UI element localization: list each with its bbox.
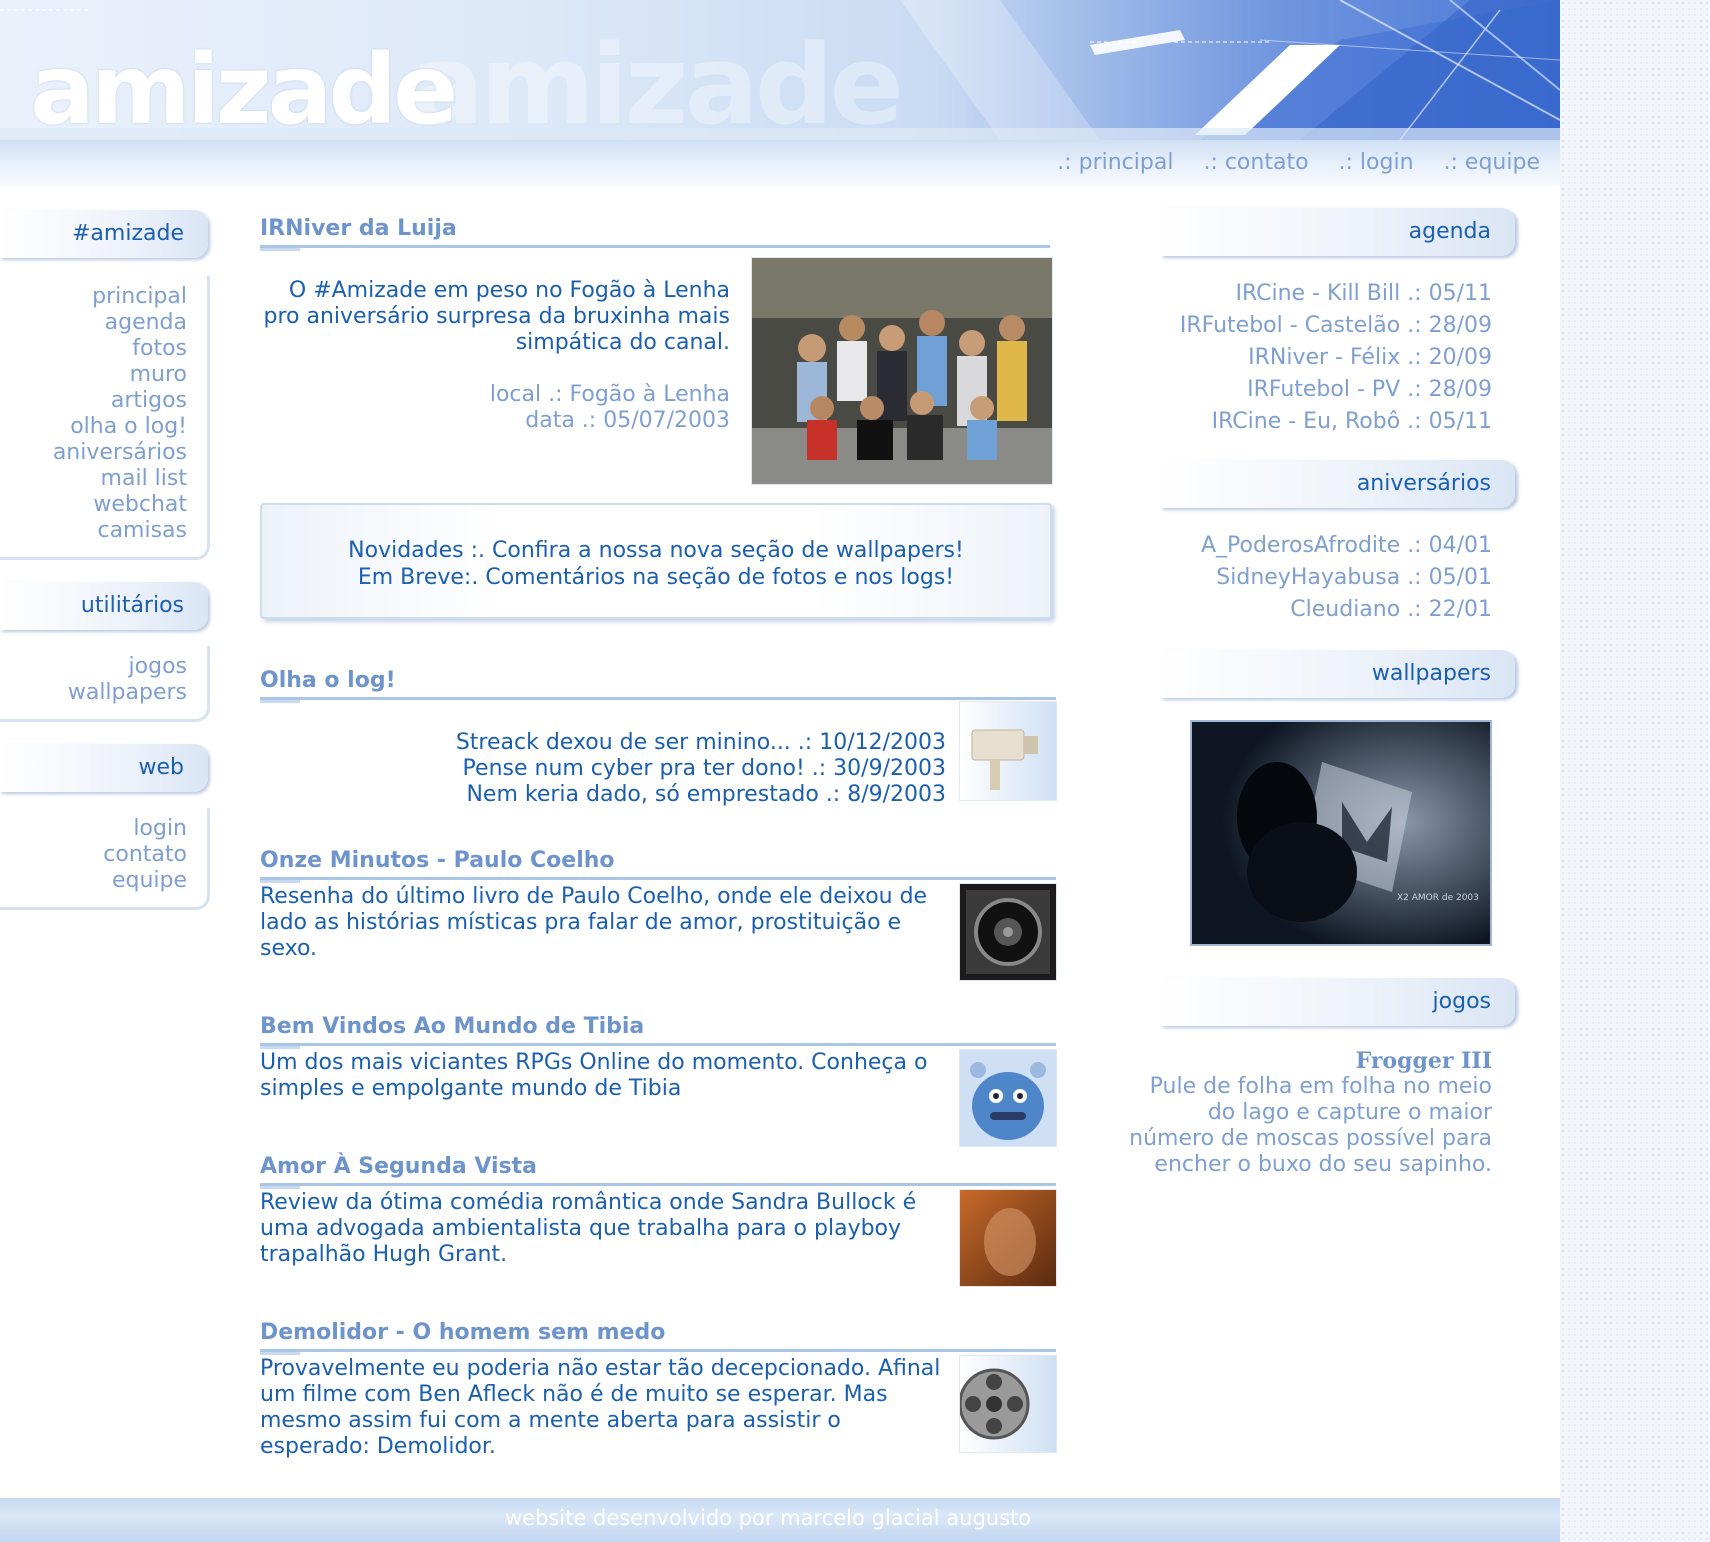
article-title[interactable]: Onze Minutos - Paulo Coelho (260, 848, 615, 873)
footer: website desenvolvido por marcelo glacial… (0, 1498, 1560, 1542)
game-description: Pule de folha em folha no meio do lago e… (1129, 1074, 1492, 1177)
game-title[interactable]: Frogger III (1160, 1048, 1492, 1074)
sidebar-item-muro[interactable]: muro (0, 362, 187, 388)
birthday-item[interactable]: A_PoderosAfrodite .: 04/01 (1160, 530, 1492, 562)
article-divider (260, 1043, 1056, 1049)
birthday-item[interactable]: Cleudiano .: 22/01 (1160, 594, 1492, 626)
sidebar-heading-jogos: jogos (1160, 978, 1515, 1026)
sidebar-amizade-menu: principal agenda fotos muro artigos olha… (0, 276, 210, 560)
sidebar-item-wallpapers[interactable]: wallpapers (0, 680, 187, 706)
page: amizade amizade .: principal .: contato … (0, 0, 1560, 1542)
article-divider (260, 1183, 1056, 1189)
page-side-pattern (1560, 0, 1710, 1542)
feature-local: local .: Fogão à Lenha (489, 382, 730, 407)
agenda-list: IRCine - Kill Bill .: 05/11 IRFutebol - … (1160, 278, 1492, 438)
monster-thumbnail[interactable] (960, 1050, 1056, 1146)
article-summary: Review da ótima comédia romântica onde S… (260, 1190, 917, 1267)
article-title[interactable]: Bem Vindos Ao Mundo de Tibia (260, 1014, 644, 1039)
log-divider (260, 697, 1056, 703)
news-line-2: Em Breve:. Comentários na seção de fotos… (357, 565, 955, 590)
agenda-item[interactable]: IRCine - Eu, Robô .: 05/11 (1160, 406, 1492, 438)
log-title[interactable]: Olha o log! (260, 668, 396, 693)
footer-credit: website desenvolvido por marcelo glacial… (505, 1506, 1032, 1530)
sidebar-item-aniversarios[interactable]: aniversários (0, 440, 187, 466)
birthday-list: A_PoderosAfrodite .: 04/01 SidneyHayabus… (1160, 530, 1492, 626)
birthday-item[interactable]: SidneyHayabusa .: 05/01 (1160, 562, 1492, 594)
feature-title[interactable]: IRNiver da Luija (260, 216, 457, 241)
news-box: Novidades :. Confira a nossa nova seção … (260, 503, 1052, 619)
sidebar-item-webchat[interactable]: webchat (0, 492, 187, 518)
top-navigation: .: principal .: contato .: login .: equi… (0, 140, 1560, 186)
wallpaper-preview[interactable]: X2 AMOR de 2003 (1190, 720, 1492, 946)
log-item[interactable]: Streack dexou de ser minino... .: 10/12/… (260, 730, 946, 756)
feature-text: O #Amizade em peso no Fogão à Lenha pro … (263, 278, 731, 355)
sidebar-item-login[interactable]: login (0, 816, 187, 842)
topnav-equipe[interactable]: .: equipe (1444, 150, 1540, 175)
sidebar-heading-aniversarios: aniversários (1160, 460, 1515, 508)
logo-shadow: amizade (410, 21, 904, 140)
article-divider (260, 877, 1056, 883)
sidebar-web-menu: login contato equipe (0, 808, 210, 910)
log-list: Streack dexou de ser minino... .: 10/12/… (260, 730, 946, 808)
agenda-item[interactable]: IRFutebol - PV .: 28/09 (1160, 374, 1492, 406)
sidebar-heading-wallpapers: wallpapers (1160, 650, 1515, 698)
article-summary: Provavelmente eu poderia não estar tão d… (260, 1356, 941, 1459)
sidebar-item-contato[interactable]: contato (0, 842, 187, 868)
feature-date: data .: 05/07/2003 (525, 408, 730, 433)
topnav-principal[interactable]: .: principal (1057, 150, 1173, 175)
sidebar-heading-web: web (0, 744, 208, 792)
wallpaper-caption: X2 AMOR de 2003 (1397, 893, 1479, 903)
article-title[interactable]: Demolidor - O homem sem medo (260, 1320, 665, 1345)
movie-portrait-thumbnail[interactable] (960, 1190, 1056, 1286)
group-photo[interactable] (752, 258, 1052, 484)
sidebar-item-artigos[interactable]: artigos (0, 388, 187, 414)
sidebar-utilitarios-menu: jogos wallpapers (0, 646, 210, 722)
news-line-1: Novidades :. Confira a nossa nova seção … (348, 538, 964, 563)
article-title[interactable]: Amor À Segunda Vista (260, 1154, 537, 1179)
sidebar-item-jogos[interactable]: jogos (0, 654, 187, 680)
topnav-login[interactable]: .: login (1339, 150, 1414, 175)
film-reel-thumbnail[interactable] (960, 1356, 1056, 1452)
sidebar-item-olha-o-log[interactable]: olha o log! (0, 414, 187, 440)
sidebar-item-equipe[interactable]: equipe (0, 868, 187, 894)
feature-divider (260, 245, 1050, 251)
agenda-item[interactable]: IRNiver - Félix .: 20/09 (1160, 342, 1492, 374)
log-item[interactable]: Nem keria dado, só emprestado .: 8/9/200… (260, 782, 946, 808)
sidebar-item-mail-list[interactable]: mail list (0, 466, 187, 492)
site-logo[interactable]: amizade (30, 42, 458, 138)
agenda-item[interactable]: IRFutebol - Castelão .: 28/09 (1160, 310, 1492, 342)
sidebar-heading-agenda: agenda (1160, 208, 1515, 256)
log-item[interactable]: Pense num cyber pra ter dono! .: 30/9/20… (260, 756, 946, 782)
sidebar-item-agenda[interactable]: agenda (0, 310, 187, 336)
agenda-item[interactable]: IRCine - Kill Bill .: 05/11 (1160, 278, 1492, 310)
speaker-thumbnail[interactable] (960, 884, 1056, 980)
site-header: amizade amizade (0, 0, 1560, 140)
sidebar-heading-amizade: #amizade (0, 210, 208, 258)
sidebar-item-principal[interactable]: principal (0, 284, 187, 310)
sidebar-item-fotos[interactable]: fotos (0, 336, 187, 362)
article-divider (260, 1349, 1056, 1355)
topnav-contato[interactable]: .: contato (1203, 150, 1308, 175)
sidebar-item-camisas[interactable]: camisas (0, 518, 187, 544)
article-summary: Resenha do último livro de Paulo Coelho,… (260, 884, 928, 961)
sidebar-heading-utilitarios: utilitários (0, 582, 208, 630)
article-summary: Um dos mais viciantes RPGs Online do mom… (260, 1050, 928, 1101)
security-camera-thumbnail[interactable] (960, 702, 1056, 800)
